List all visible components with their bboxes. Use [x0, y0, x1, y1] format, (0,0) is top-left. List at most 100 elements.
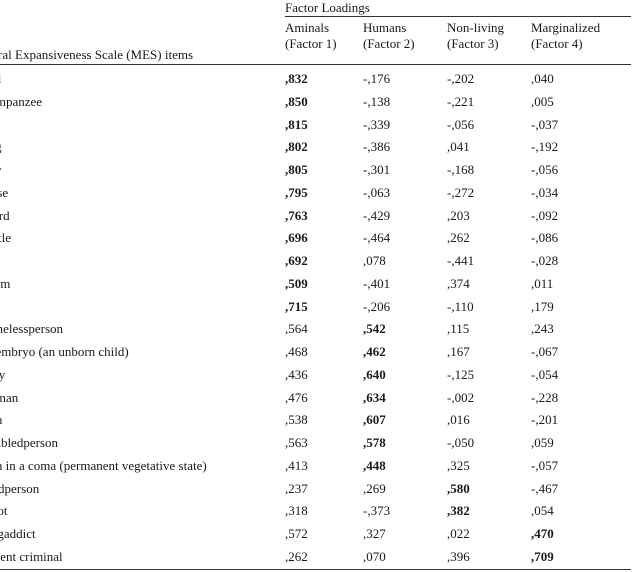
loading-value-factor-2: -,339	[363, 116, 391, 132]
loading-value-factor-2: ,070	[363, 548, 386, 564]
row-label: beetle	[0, 230, 12, 246]
loading-value-factor-2: -,301	[363, 162, 391, 177]
loading-value-factor-1: ,763	[285, 207, 308, 223]
row-label: worm	[0, 275, 11, 291]
row-label: deadperson	[0, 480, 40, 496]
loading-value-factor-1: ,815	[285, 116, 308, 132]
column-header-factor-4: Marginalized (Factor 4)	[531, 20, 600, 51]
loading-value-factor-4: -,034	[531, 184, 559, 200]
column-header-line2: (Factor 4)	[531, 35, 583, 51]
loading-value-factor-3: -,168	[447, 162, 475, 177]
loading-value-factor-1: ,476	[285, 389, 308, 405]
table-row: tree,715-,206-,110,179	[0, 299, 633, 321]
loading-value-factor-3: -,441	[447, 253, 475, 268]
loading-value-factor-1: ,509	[285, 275, 308, 291]
loading-value-factor-3: ,022	[447, 526, 470, 541]
header-bottom-rule	[0, 64, 631, 65]
column-header-line1: Non-living	[447, 20, 505, 35]
loading-value-factor-2: -,373	[363, 503, 391, 519]
table-row: baby ,436 ,640 -,125 -,054	[0, 367, 633, 389]
group-header-rule	[285, 16, 631, 17]
loading-value-factor-1: ,572	[285, 526, 308, 541]
table-row: robot ,318 -,373 ,382 ,054	[0, 503, 633, 525]
loading-value-factor-1: ,795	[285, 184, 308, 200]
loading-value-factor-1: ,850	[285, 93, 308, 109]
row-label: violent criminal	[0, 548, 63, 564]
loading-value-factor-3: ,016	[447, 412, 470, 428]
column-header-line1: Aminals	[285, 20, 330, 35]
row-label: drugaddict	[0, 526, 36, 541]
row-label: bird	[0, 71, 1, 86]
column-header-factor-3: Non-living (Factor 3)	[447, 20, 504, 51]
row-label: lizard	[0, 207, 10, 223]
loading-value-factor-4: -,092	[531, 207, 559, 223]
row-label: woman	[0, 389, 19, 405]
loading-value-factor-1: ,237	[285, 480, 308, 496]
loading-value-factor-1: ,468	[285, 344, 308, 359]
loading-value-factor-2: ,640	[363, 366, 386, 382]
loading-value-factor-2: ,269	[363, 480, 386, 496]
loading-value-factor-1: ,413	[285, 457, 308, 473]
table-row: bird ,832 -,176 -,202 ,040	[0, 71, 633, 93]
loading-value-factor-4: ,011	[531, 275, 554, 291]
loading-value-factor-1: ,563	[285, 435, 308, 450]
column-header-line2: (Factor 2)	[363, 35, 415, 51]
row-header-mes-items: Moral Expansiveness Scale (MES) items	[0, 47, 194, 62]
table-row: man in a coma (permanent vegetative stat…	[0, 458, 633, 480]
loading-value-factor-3: ,396	[447, 548, 470, 564]
loading-value-factor-4: -,201	[531, 412, 559, 428]
loading-value-factor-3: -,056	[447, 116, 475, 132]
loading-value-factor-3: ,115	[447, 321, 470, 337]
table-bottom-rule	[0, 569, 631, 570]
row-label: robot	[0, 503, 8, 519]
loading-value-factor-3: -,221	[447, 93, 475, 109]
loading-value-factor-2: -,176	[363, 71, 391, 86]
table-row: drugaddict ,572 ,327 ,022 ,470	[0, 526, 633, 548]
table-row: an embryo (an unborn child) ,468 ,462 ,167 -…	[0, 344, 633, 366]
loading-value-factor-1: ,262	[285, 548, 308, 564]
column-header-factor-1: Aminals (Factor 1)	[285, 20, 337, 51]
loading-value-factor-1: ,715	[285, 298, 308, 314]
loading-value-factor-4: ,005	[531, 93, 554, 109]
column-header-factor-2: Humans (Factor 2)	[363, 20, 415, 51]
column-header-line1: Marginalized	[531, 20, 601, 35]
loading-value-factor-2: ,078	[363, 253, 386, 268]
table-row: woman ,476 ,634 -,002 -,228	[0, 390, 633, 412]
table-row: deadperson ,237 ,269 ,580 -,467	[0, 481, 633, 503]
loading-value-factor-4: -,037	[531, 116, 559, 132]
loading-value-factor-3: -,002	[447, 389, 475, 405]
loading-value-factor-2: -,401	[363, 275, 391, 291]
loading-value-factor-2: ,462	[363, 344, 386, 359]
loading-value-factor-4: ,470	[531, 526, 554, 541]
loading-value-factor-4: ,054	[531, 503, 554, 519]
row-label: man	[0, 412, 2, 427]
loading-value-factor-4: ,179	[531, 298, 554, 314]
loading-value-factor-3: ,262	[447, 230, 470, 246]
loading-value-factor-1: ,832	[285, 71, 308, 86]
table-row: fish,815-,339-,056-,037	[0, 117, 633, 139]
loading-value-factor-1: ,564	[285, 321, 308, 337]
loading-value-factor-4: -,228	[531, 389, 559, 405]
loading-value-factor-3: ,167	[447, 344, 470, 359]
loading-value-factor-4: ,243	[531, 321, 554, 337]
loading-value-factor-4: -,467	[531, 480, 559, 496]
loading-value-factor-4: -,086	[531, 230, 559, 246]
loading-value-factor-2: -,429	[363, 207, 391, 223]
loading-value-factor-3: -,272	[447, 184, 475, 200]
loading-value-factor-4: -,028	[531, 253, 559, 268]
loading-value-factor-2: ,448	[363, 457, 386, 473]
loading-value-factor-2: ,542	[363, 321, 386, 337]
row-label: homelessperson	[0, 321, 64, 337]
loading-value-factor-4: ,709	[531, 548, 554, 564]
table-row: homelessperson ,564 ,542 ,115 ,243	[0, 321, 633, 343]
column-header-line2: (Factor 3)	[447, 35, 499, 51]
loading-value-factor-2: -,063	[363, 184, 391, 200]
loading-value-factor-1: ,318	[285, 503, 308, 519]
loading-value-factor-2: ,578	[363, 435, 386, 450]
table-row: beetle ,696 -,464 ,262 -,086	[0, 230, 633, 252]
loading-value-factor-2: -,464	[363, 230, 391, 246]
group-header-factor-loadings: Factor Loadings	[285, 0, 370, 15]
loading-value-factor-1: ,805	[285, 162, 308, 177]
table-row: disabledperson ,563 ,578 -,050 ,059	[0, 435, 633, 457]
row-label: disabledperson	[0, 435, 58, 450]
